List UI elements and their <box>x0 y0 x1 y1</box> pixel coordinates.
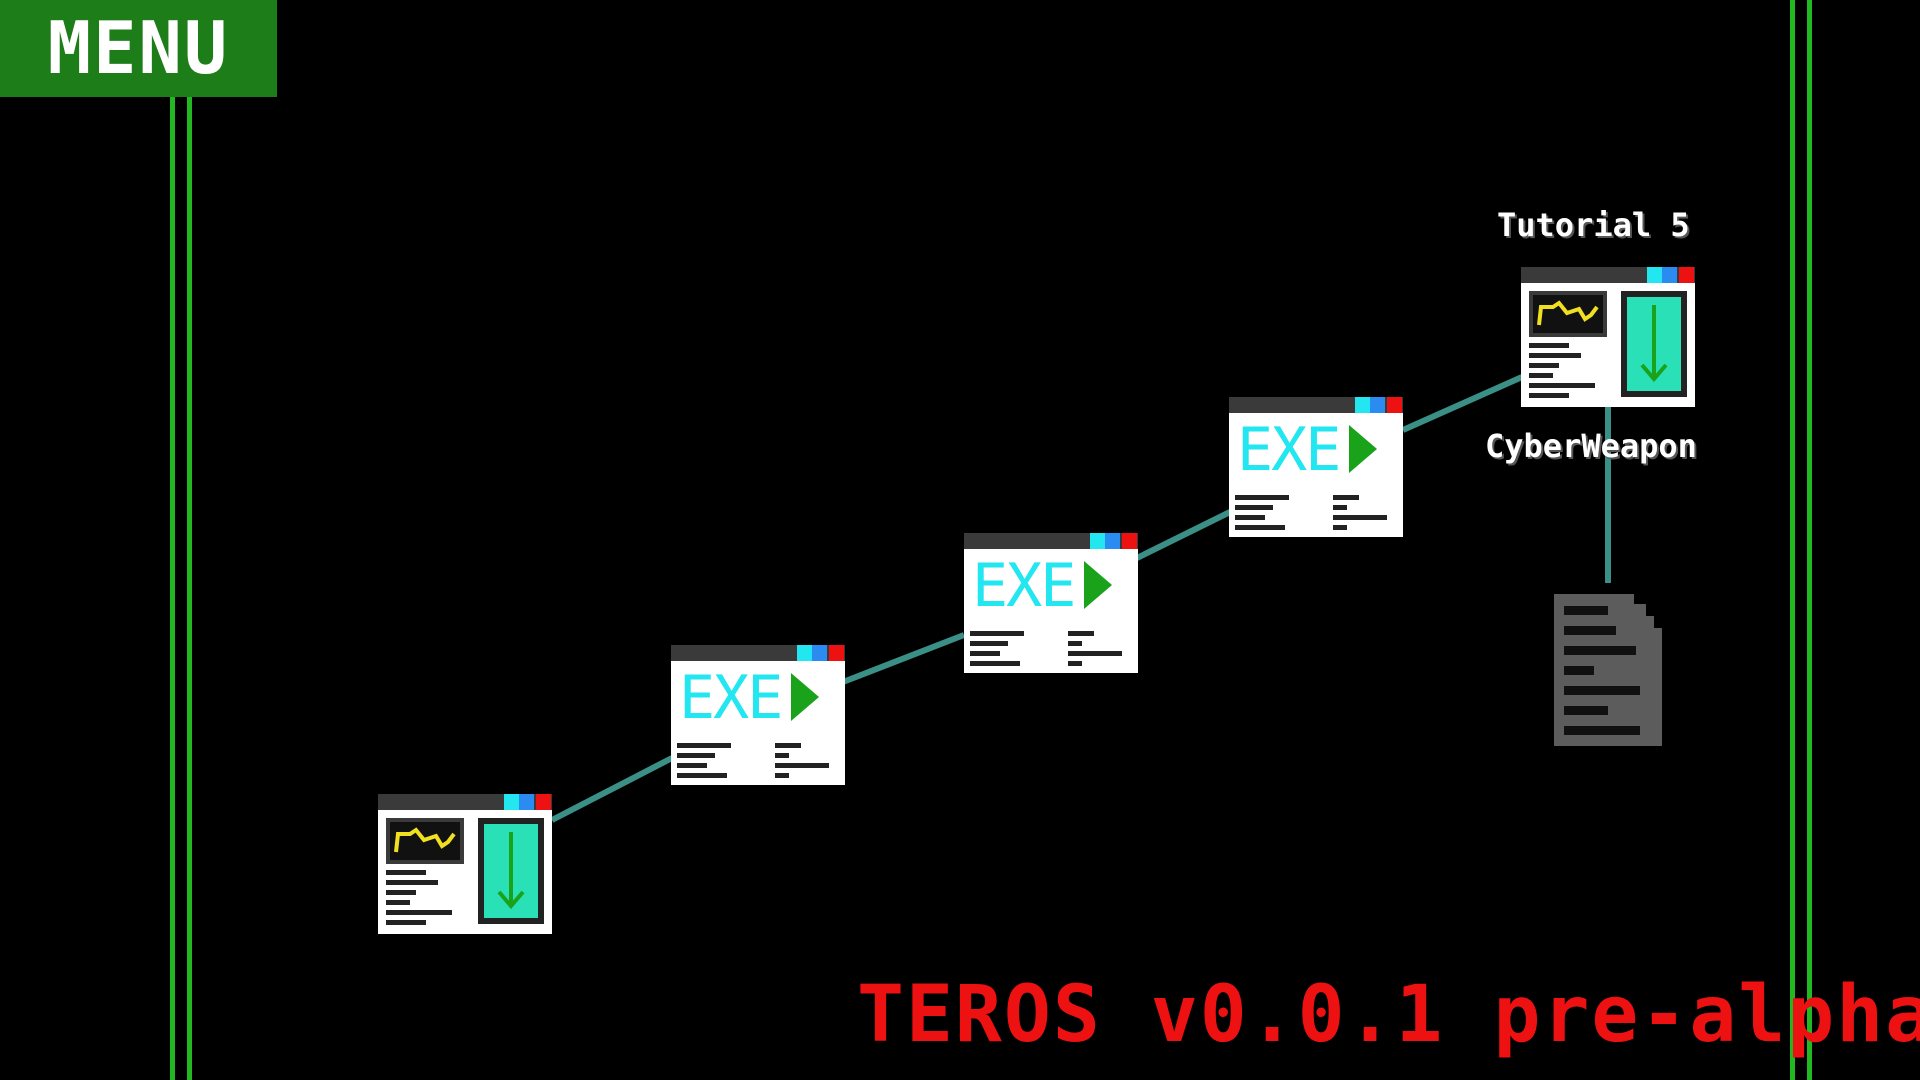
text-line <box>386 890 416 895</box>
target-node[interactable] <box>1521 267 1695 407</box>
text-line <box>677 763 707 768</box>
text-line <box>1068 641 1082 646</box>
exe-label: EXE <box>679 663 783 733</box>
text-line <box>1333 525 1347 530</box>
titlebar-cyan-button <box>504 794 519 810</box>
download-arrow-icon <box>478 818 544 924</box>
text-line <box>1529 373 1553 378</box>
text-line <box>1529 383 1595 388</box>
text-line <box>1529 393 1569 398</box>
text-line <box>1235 515 1265 520</box>
exe-label: EXE <box>972 551 1076 621</box>
document-icon[interactable] <box>1554 594 1662 746</box>
graph-icon <box>1529 291 1607 337</box>
titlebar-cyan-button <box>1647 267 1662 283</box>
exe-node-3[interactable]: EXE <box>1229 397 1403 537</box>
titlebar-blue-button <box>519 794 534 810</box>
text-line <box>775 763 829 768</box>
text-line <box>1235 525 1285 530</box>
text-line <box>1333 505 1347 510</box>
text-line <box>775 743 801 748</box>
text-line <box>1529 353 1581 358</box>
network-links <box>550 374 1611 823</box>
titlebar-red-button <box>1387 397 1402 413</box>
text-line <box>1333 515 1387 520</box>
titlebar-blue-button <box>1370 397 1385 413</box>
text-line <box>1068 661 1082 666</box>
text-line <box>386 870 426 875</box>
exe-node-2[interactable]: EXE <box>964 533 1138 673</box>
play-icon <box>791 673 819 721</box>
graph-icon <box>386 818 464 864</box>
text-line <box>1068 631 1094 636</box>
play-icon <box>1084 561 1112 609</box>
text-line <box>677 743 731 748</box>
titlebar-red-button <box>1679 267 1694 283</box>
target-node-title: Tutorial 5 <box>1497 206 1690 244</box>
text-line <box>970 641 1008 646</box>
titlebar-red-button <box>829 645 844 661</box>
titlebar-blue-button <box>1662 267 1677 283</box>
text-line <box>775 753 789 758</box>
download-arrow-icon <box>1621 291 1687 397</box>
titlebar-cyan-button <box>1090 533 1105 549</box>
text-line <box>1529 363 1559 368</box>
link-exe2-exe3 <box>1135 509 1232 561</box>
text-line <box>386 880 438 885</box>
text-line <box>386 910 452 915</box>
text-line <box>1235 495 1289 500</box>
text-line <box>386 920 426 925</box>
titlebar-red-button <box>1122 533 1137 549</box>
exe-node-1[interactable]: EXE <box>671 645 845 785</box>
text-line <box>970 661 1020 666</box>
target-node-subtitle: CyberWeapon <box>1485 427 1697 465</box>
text-line <box>677 753 715 758</box>
exe-label: EXE <box>1237 415 1341 485</box>
text-line <box>970 651 1000 656</box>
text-line <box>1068 651 1122 656</box>
start-node[interactable] <box>378 794 552 934</box>
titlebar-red-button <box>536 794 551 810</box>
text-line <box>1235 505 1273 510</box>
text-line <box>775 773 789 778</box>
text-line <box>386 900 410 905</box>
text-line <box>1333 495 1359 500</box>
link-exe1-exe2 <box>841 632 966 685</box>
text-line <box>1529 343 1569 348</box>
link-exe3-target <box>1401 374 1524 433</box>
titlebar-cyan-button <box>1355 397 1370 413</box>
text-line <box>970 631 1024 636</box>
titlebar-blue-button <box>1105 533 1120 549</box>
play-icon <box>1349 425 1377 473</box>
titlebar-blue-button <box>812 645 827 661</box>
version-label: TEROS v0.0.1 pre-alpha <box>857 970 1920 1060</box>
text-line <box>677 773 727 778</box>
link-start-exe1 <box>550 755 674 823</box>
titlebar-cyan-button <box>797 645 812 661</box>
